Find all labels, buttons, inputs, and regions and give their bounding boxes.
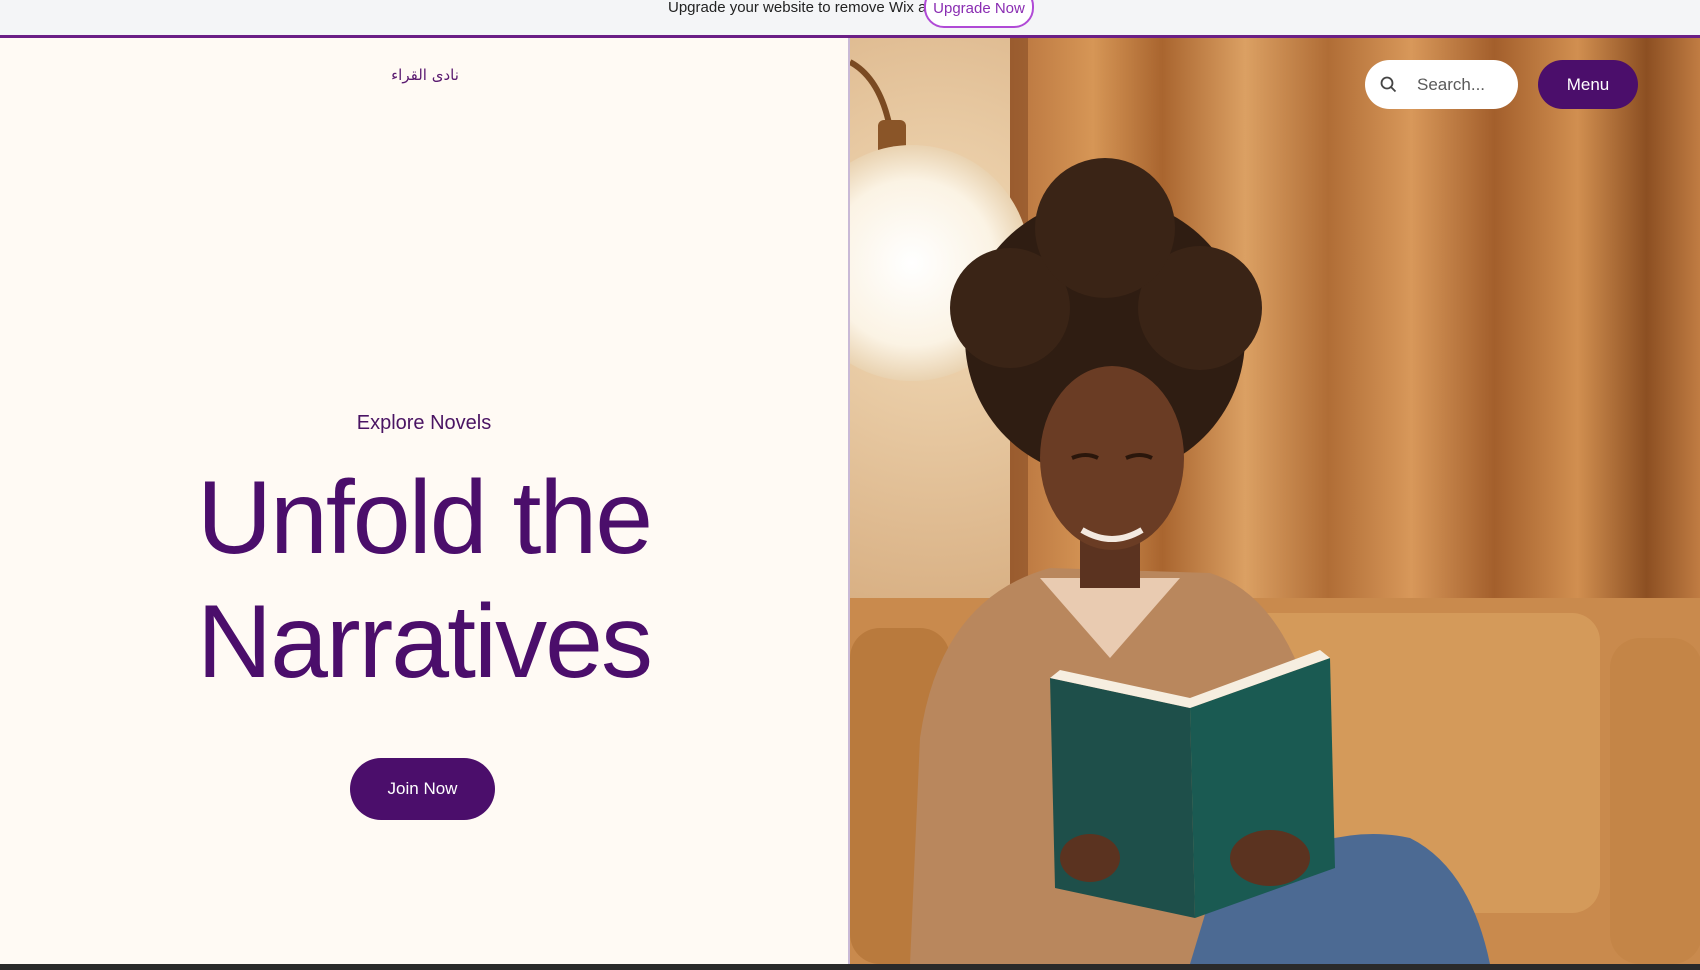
search-icon — [1380, 76, 1397, 92]
page-bottom-edge — [0, 964, 1700, 970]
join-now-button[interactable]: Join Now — [350, 758, 495, 820]
hero-image — [848, 38, 1700, 964]
hero-title-line-2: Narratives — [197, 584, 653, 700]
hero-title: Unfold the Narratives — [0, 456, 848, 704]
reader-illustration — [850, 38, 1700, 964]
wix-ad-banner: Upgrade your website to remove Wix ads U… — [0, 0, 1700, 38]
wix-banner-text: Upgrade your website to remove Wix ads — [668, 0, 943, 16]
site-logo[interactable]: نادى القراء — [370, 66, 480, 84]
hero-eyebrow: Explore Novels — [356, 412, 492, 434]
hero-title-line-1: Unfold the — [196, 460, 653, 576]
site-search[interactable] — [1365, 60, 1518, 109]
hero-text-pane: نادى القراء Explore Novels Unfold the Na… — [0, 38, 848, 964]
menu-button[interactable]: Menu — [1538, 60, 1638, 109]
upgrade-now-button[interactable]: Upgrade Now — [924, 0, 1034, 28]
search-input[interactable] — [1415, 73, 1515, 96]
